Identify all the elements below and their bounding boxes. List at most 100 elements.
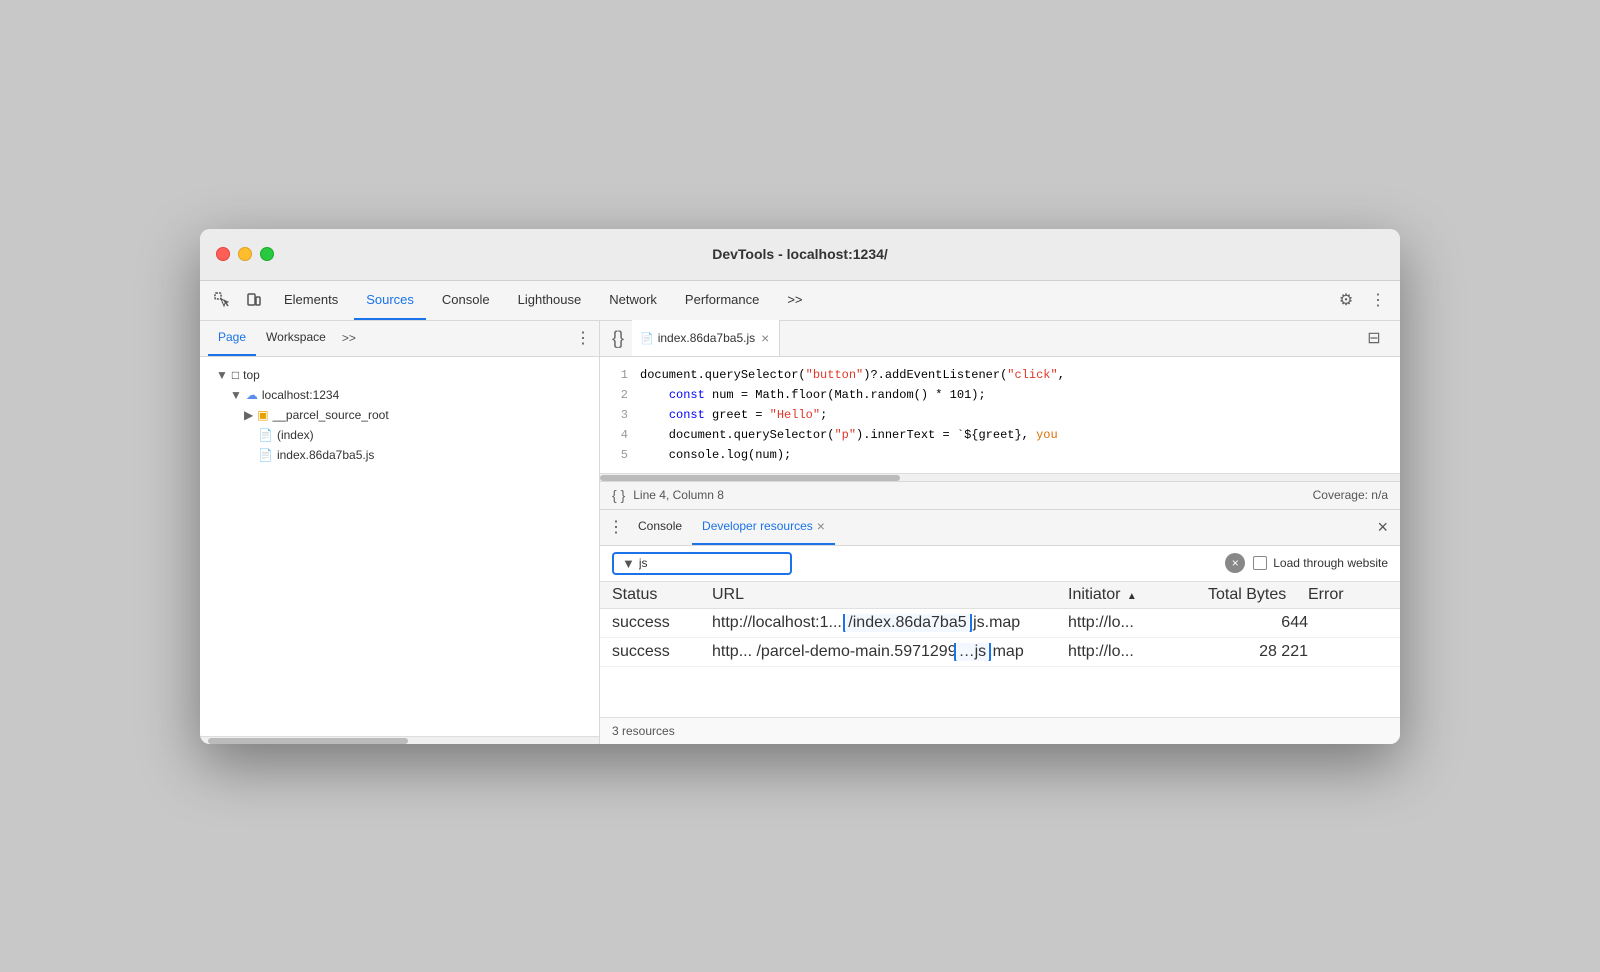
top-toolbar: Elements Sources Console Lighthouse Netw… bbox=[200, 281, 1400, 321]
settings-icon[interactable]: ⚙ bbox=[1332, 286, 1360, 314]
tab-network[interactable]: Network bbox=[597, 280, 669, 320]
line-num-5: 5 bbox=[600, 445, 640, 465]
th-url[interactable]: URL bbox=[712, 586, 1068, 604]
code-tab-right: ⊟ bbox=[1360, 324, 1396, 352]
left-scrollbar-thumb[interactable] bbox=[208, 738, 408, 744]
tab-developer-resources[interactable]: Developer resources × bbox=[692, 509, 835, 545]
tree-label: localhost:1234 bbox=[262, 388, 339, 402]
td-status-1: success bbox=[612, 614, 712, 632]
line-num-4: 4 bbox=[600, 425, 640, 445]
td-status-2: success bbox=[612, 643, 712, 661]
td-url-1: http://localhost:1... /index.86da7ba5.js… bbox=[712, 614, 1068, 632]
sidebar-toggle-icon[interactable]: ⊟ bbox=[1360, 324, 1388, 352]
td-url-2: http... /parcel-demo-main.5971299…js.map bbox=[712, 643, 1068, 661]
table-header: Status URL Initiator ▲ Total Bytes Error bbox=[600, 582, 1400, 609]
url-highlight-1: /index.86da7ba5 bbox=[846, 614, 968, 632]
tab-console[interactable]: Console bbox=[430, 280, 502, 320]
line-content-2: const num = Math.floor(Math.random() * 1… bbox=[640, 385, 1400, 405]
cloud-icon: ☁ bbox=[246, 388, 258, 402]
main-content: Page Workspace >> ⋮ ▼ □ top ▼ ☁ localhos… bbox=[200, 321, 1400, 744]
tree-label: top bbox=[243, 368, 260, 382]
clear-icon: × bbox=[1232, 556, 1239, 570]
tree-item-parcel-root[interactable]: ▶ ▣ __parcel_source_root bbox=[200, 405, 599, 425]
table-empty-area bbox=[600, 667, 1400, 717]
inspect-element-icon[interactable] bbox=[208, 286, 236, 314]
th-status[interactable]: Status bbox=[612, 586, 712, 604]
code-line-1: 1 document.querySelector("button")?.addE… bbox=[600, 365, 1400, 385]
code-tab-bar: {} 📄 index.86da7ba5.js × ⊟ bbox=[600, 321, 1400, 357]
line-content-5: console.log(num); bbox=[640, 445, 1400, 465]
url-suffix-2: .map bbox=[988, 643, 1024, 660]
dev-resources-close-icon[interactable]: × bbox=[817, 518, 825, 534]
load-through-website-checkbox[interactable] bbox=[1253, 556, 1267, 570]
tab-performance[interactable]: Performance bbox=[673, 280, 771, 320]
code-tab-close[interactable]: × bbox=[759, 328, 771, 348]
pretty-print-icon[interactable]: {} bbox=[604, 324, 632, 352]
tab-sources[interactable]: Sources bbox=[354, 280, 426, 320]
tree-item-top[interactable]: ▼ □ top bbox=[200, 365, 599, 385]
filter-input-wrapper: ▼ bbox=[612, 552, 792, 575]
td-bytes-2: 28 221 bbox=[1208, 643, 1308, 661]
file-icon-small: 📄 bbox=[640, 332, 654, 345]
console-tab-label: Console bbox=[638, 519, 682, 533]
tab-page[interactable]: Page bbox=[208, 320, 256, 356]
tree-item-index[interactable]: 📄 (index) bbox=[200, 425, 599, 445]
td-bytes-1: 644 bbox=[1208, 614, 1308, 632]
tab-console-bottom[interactable]: Console bbox=[628, 509, 692, 545]
right-panel: {} 📄 index.86da7ba5.js × ⊟ 1 document.qu… bbox=[600, 321, 1400, 744]
code-file-tab[interactable]: 📄 index.86da7ba5.js × bbox=[632, 320, 780, 356]
device-toggle-icon[interactable] bbox=[240, 286, 268, 314]
th-error[interactable]: Error bbox=[1308, 586, 1388, 604]
table-row[interactable]: success http://localhost:1... /index.86d… bbox=[600, 609, 1400, 638]
tab-workspace[interactable]: Workspace bbox=[256, 320, 336, 356]
th-bytes[interactable]: Total Bytes bbox=[1208, 586, 1308, 604]
th-initiator[interactable]: Initiator ▲ bbox=[1068, 586, 1208, 604]
panel-more-icon[interactable]: >> bbox=[336, 331, 362, 345]
left-panel: Page Workspace >> ⋮ ▼ □ top ▼ ☁ localhos… bbox=[200, 321, 600, 744]
line-content-1: document.querySelector("button")?.addEve… bbox=[640, 365, 1400, 385]
tree-label: index.86da7ba5.js bbox=[277, 448, 374, 462]
minimize-button[interactable] bbox=[238, 247, 252, 261]
url-prefix-2: http... /parcel-demo-main.5971299 bbox=[712, 643, 957, 660]
close-button[interactable] bbox=[216, 247, 230, 261]
code-scrollbar[interactable] bbox=[600, 473, 1400, 481]
file-icon: 📄 bbox=[258, 428, 273, 442]
url-highlight-2: …js bbox=[957, 643, 989, 661]
table-row[interactable]: success http... /parcel-demo-main.597129… bbox=[600, 638, 1400, 667]
url-suffix-1: .js.map bbox=[969, 614, 1021, 631]
table-footer: 3 resources bbox=[600, 717, 1400, 744]
filter-row: ▼ × Load through website bbox=[600, 546, 1400, 582]
left-scrollbar[interactable] bbox=[200, 736, 599, 744]
filter-right: Load through website bbox=[1253, 556, 1388, 570]
traffic-lights bbox=[216, 247, 274, 261]
td-initiator-1: http://lo... bbox=[1068, 614, 1208, 632]
panel-menu-icon[interactable]: ⋮ bbox=[575, 328, 591, 348]
menu-icon[interactable]: ⋮ bbox=[1364, 286, 1392, 314]
tab-elements[interactable]: Elements bbox=[272, 280, 350, 320]
line-num-2: 2 bbox=[600, 385, 640, 405]
maximize-button[interactable] bbox=[260, 247, 274, 261]
expand-icon: ▶ bbox=[244, 408, 253, 422]
code-line-4: 4 document.querySelector("p").innerText … bbox=[600, 425, 1400, 445]
line-content-3: const greet = "Hello"; bbox=[640, 405, 1400, 425]
toolbar-right: ⚙ ⋮ bbox=[1332, 286, 1392, 314]
tab-lighthouse[interactable]: Lighthouse bbox=[506, 280, 594, 320]
bottom-panel-close-icon[interactable]: × bbox=[1373, 513, 1392, 542]
code-line-2: 2 const num = Math.floor(Math.random() *… bbox=[600, 385, 1400, 405]
bottom-tab-bar: ⋮ Console Developer resources × × bbox=[600, 510, 1400, 546]
resources-count: 3 resources bbox=[612, 724, 675, 738]
url-col-label: URL bbox=[712, 586, 744, 603]
code-editor[interactable]: 1 document.querySelector("button")?.addE… bbox=[600, 357, 1400, 473]
tree-item-localhost[interactable]: ▼ ☁ localhost:1234 bbox=[200, 385, 599, 405]
cursor-position: Line 4, Column 8 bbox=[633, 488, 724, 502]
format-icon[interactable]: { } bbox=[612, 487, 625, 503]
url-prefix-1: http://localhost:1... bbox=[712, 614, 846, 631]
tree-item-js-file[interactable]: 📄 index.86da7ba5.js bbox=[200, 445, 599, 465]
bottom-tab-menu-icon[interactable]: ⋮ bbox=[608, 517, 624, 537]
filter-input[interactable] bbox=[639, 556, 739, 570]
expand-icon: ▼ bbox=[216, 368, 228, 382]
code-line-5: 5 console.log(num); bbox=[600, 445, 1400, 465]
file-tree: ▼ □ top ▼ ☁ localhost:1234 ▶ ▣ __parcel_… bbox=[200, 357, 599, 736]
tab-more[interactable]: >> bbox=[775, 280, 814, 320]
filter-clear-button[interactable]: × bbox=[1225, 553, 1245, 573]
